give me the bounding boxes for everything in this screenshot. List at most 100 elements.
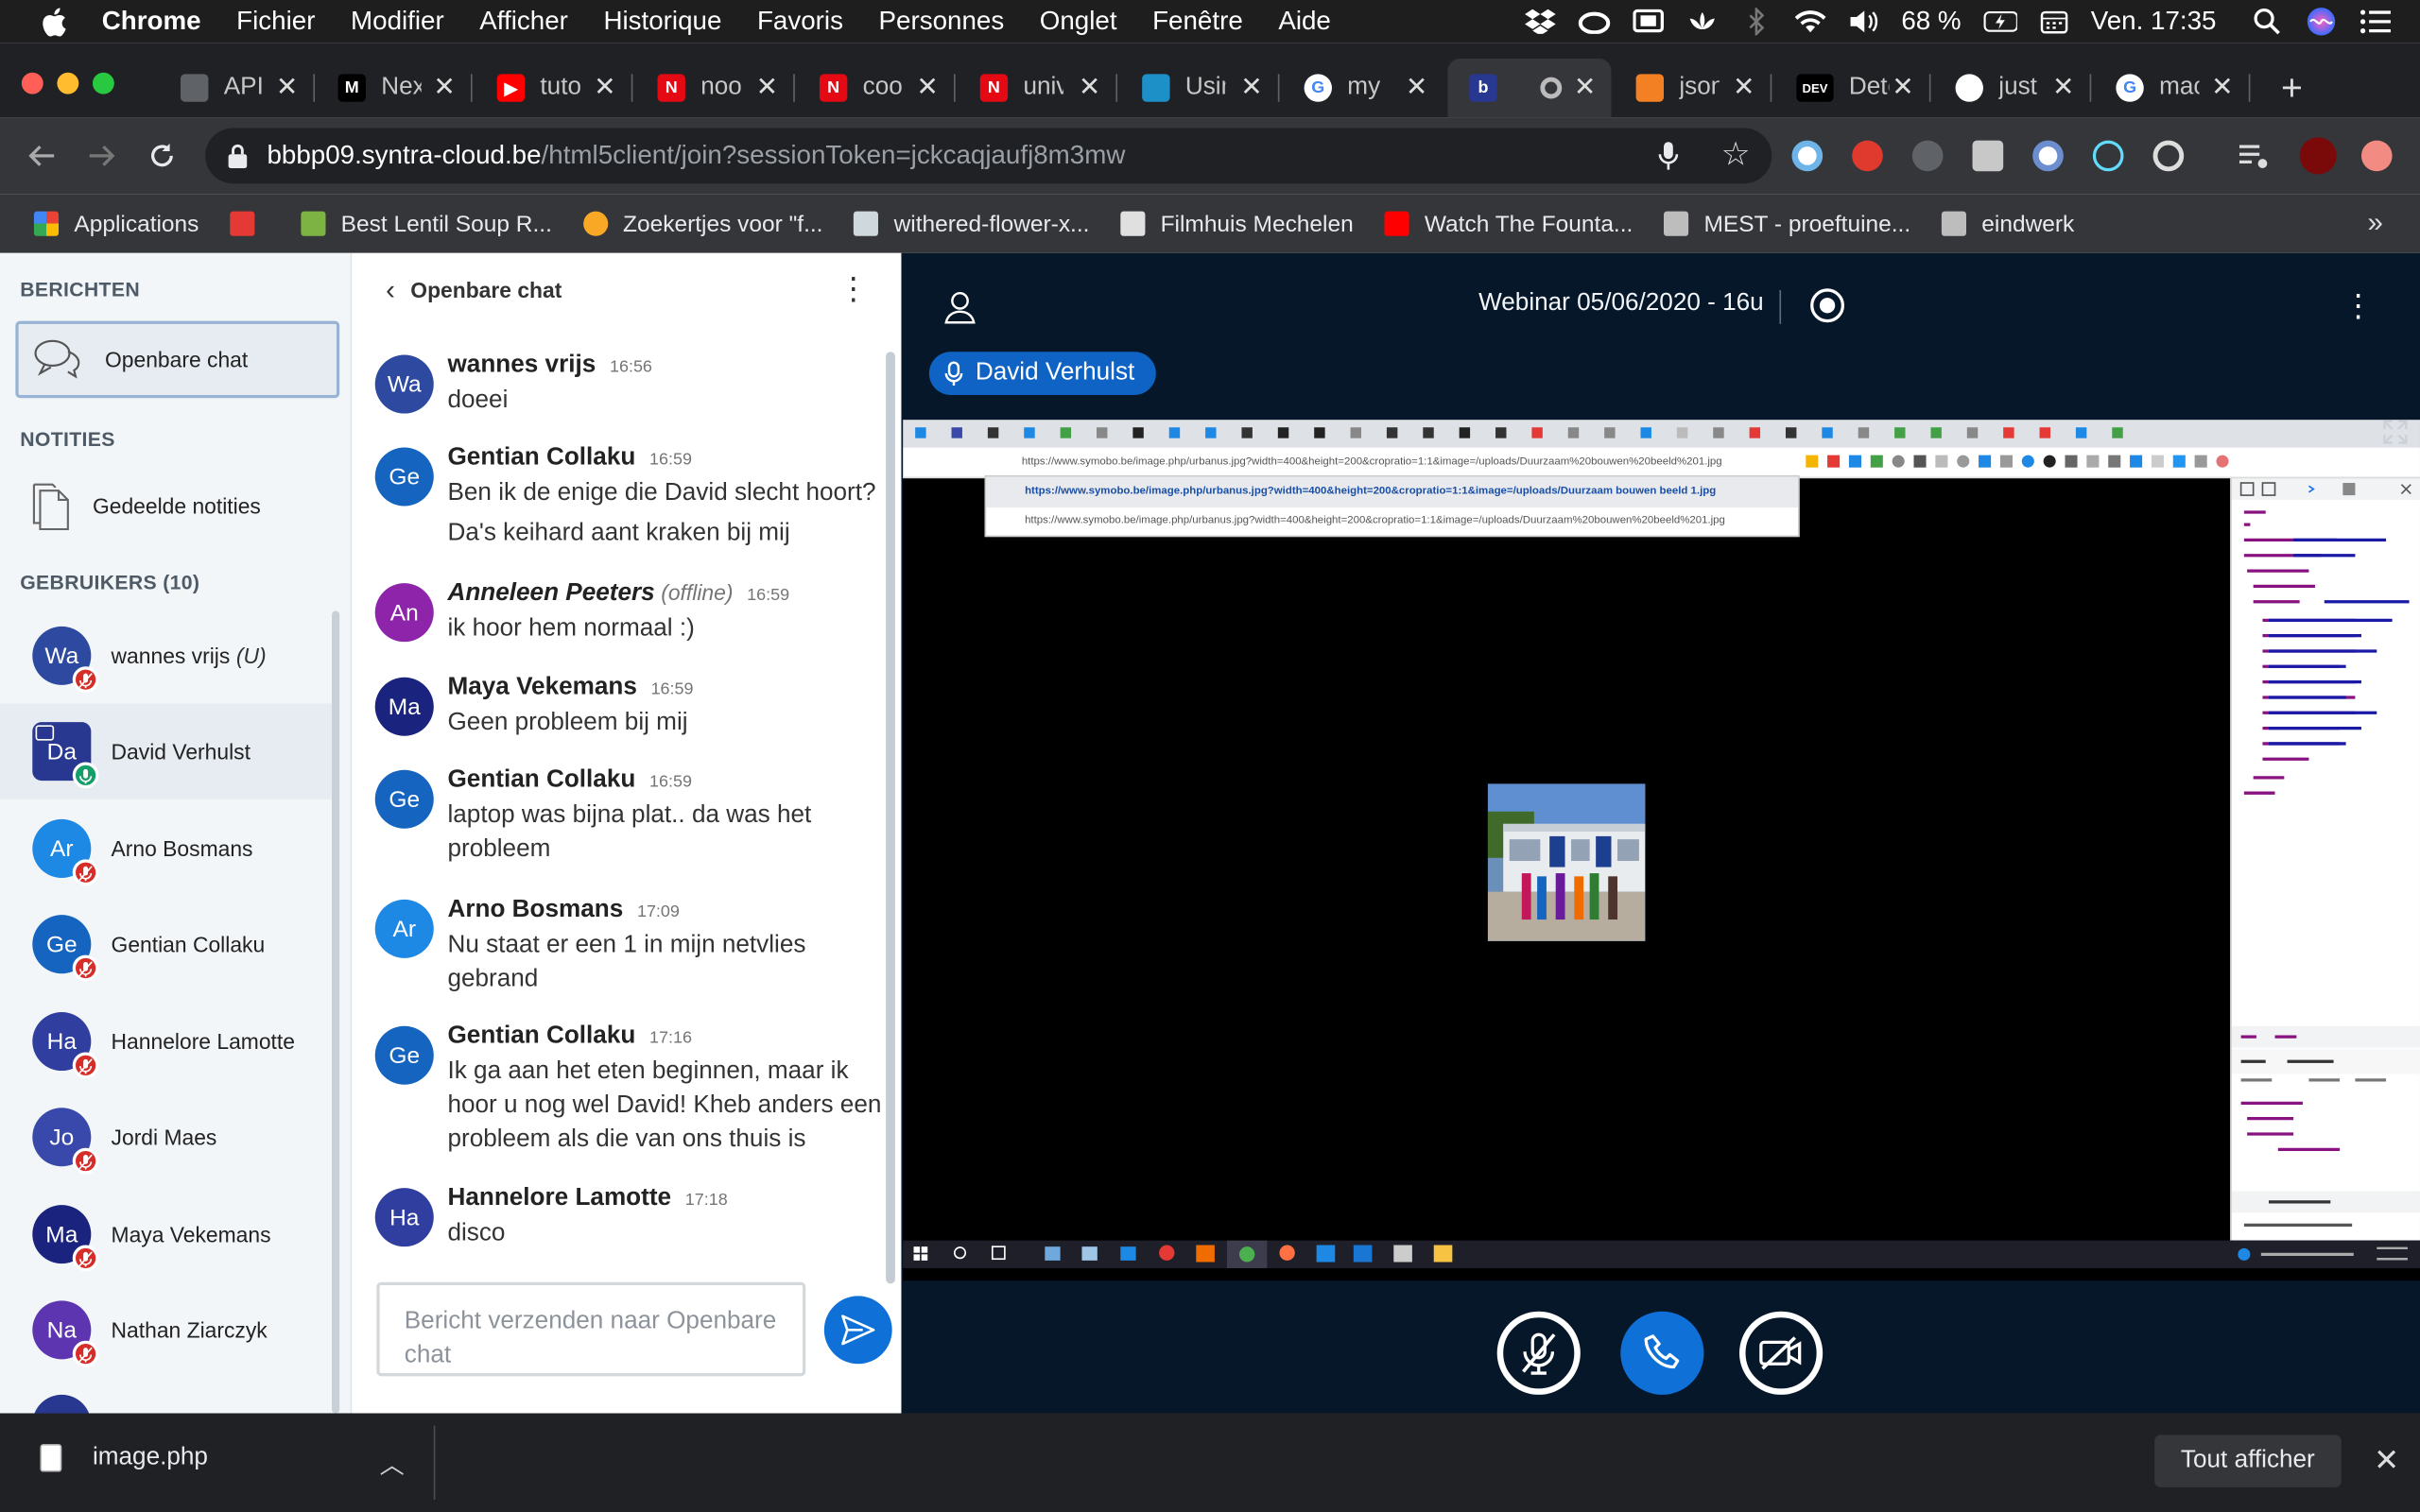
- leave-audio-button[interactable]: [1620, 1311, 1704, 1395]
- meeting-options-icon[interactable]: ⋮: [2342, 290, 2374, 324]
- user-list-item[interactable]: Ar Arno Bosmans: [0, 800, 332, 896]
- volume-icon[interactable]: [1847, 8, 1881, 35]
- close-window-button[interactable]: [21, 72, 43, 94]
- react-devtools-icon[interactable]: [2092, 140, 2124, 172]
- browser-tab[interactable]: json ✕: [1615, 59, 1771, 117]
- bookmark-item[interactable]: withered-flower-x...: [854, 211, 1089, 237]
- shared-notes-item[interactable]: Gedeelde notities: [0, 472, 339, 541]
- media-control-icon[interactable]: [2238, 141, 2269, 172]
- close-tab-icon[interactable]: ✕: [1733, 73, 1754, 104]
- bookmark-item[interactable]: [230, 211, 269, 236]
- calendar-icon[interactable]: [2037, 8, 2071, 35]
- download-item[interactable]: image.php: [40, 1444, 208, 1472]
- menu-favoris[interactable]: Favoris: [757, 7, 843, 38]
- close-tab-icon[interactable]: ✕: [916, 73, 938, 104]
- close-tab-icon[interactable]: ✕: [1406, 73, 1427, 104]
- update-chrome-icon[interactable]: [2360, 140, 2393, 172]
- chevron-left-icon[interactable]: ‹: [386, 274, 395, 306]
- close-tab-icon[interactable]: ✕: [433, 73, 455, 104]
- share-webcam-button[interactable]: [1738, 1311, 1824, 1395]
- bookmark-item[interactable]: Best Lentil Soup R...: [301, 211, 552, 237]
- browser-tab[interactable]: Nuniv ✕: [959, 59, 1116, 117]
- browser-tab[interactable]: just ✕: [1934, 59, 2090, 117]
- user-profile-icon[interactable]: [943, 290, 977, 324]
- menu-fenetre[interactable]: Fenêtre: [1152, 7, 1243, 38]
- battery-charging-icon[interactable]: [1982, 8, 2017, 35]
- bookmark-item[interactable]: MEST - proeftuine...: [1664, 211, 1910, 237]
- user-list-item[interactable]: Ge Gentian Collaku: [0, 897, 332, 992]
- profile-avatar[interactable]: [2299, 137, 2337, 175]
- user-list-item[interactable]: Ha Hannelore Lamotte: [0, 993, 332, 1089]
- close-tab-icon[interactable]: ✕: [756, 73, 778, 104]
- wifi-icon[interactable]: [1793, 8, 1827, 35]
- forward-button[interactable]: [85, 139, 119, 173]
- user-list-item[interactable]: Ma Maya Vekemans: [0, 1187, 332, 1282]
- menubar-clock[interactable]: Ven. 17:35: [2091, 7, 2217, 38]
- browser-tab[interactable]: Nnoo ✕: [636, 59, 794, 117]
- extension-cloud-icon[interactable]: [1911, 140, 1944, 172]
- browser-tab[interactable]: API ✕: [159, 59, 313, 117]
- close-tab-icon[interactable]: ✕: [2211, 73, 2233, 104]
- close-tab-icon[interactable]: ✕: [2052, 73, 2074, 104]
- chat-options-icon[interactable]: ⋮: [838, 275, 870, 306]
- lock-icon[interactable]: [227, 144, 249, 168]
- battery-percent[interactable]: 68 %: [1901, 7, 1961, 38]
- bookmark-item[interactable]: Watch The Founta...: [1384, 211, 1633, 237]
- close-tab-icon[interactable]: ✕: [1240, 73, 1262, 104]
- zoom-window-button[interactable]: [92, 72, 114, 94]
- close-tab-icon[interactable]: ✕: [276, 73, 298, 104]
- close-tab-icon[interactable]: ✕: [594, 73, 615, 104]
- back-button[interactable]: [25, 139, 59, 173]
- browser-tab[interactable]: Usin ✕: [1120, 59, 1278, 117]
- browser-tab[interactable]: ▶ tuto ✕: [475, 59, 631, 117]
- menu-afficher[interactable]: Afficher: [479, 7, 568, 38]
- close-tab-icon[interactable]: ✕: [1574, 73, 1596, 104]
- screen-mirror-icon[interactable]: [1632, 8, 1666, 35]
- close-tab-icon[interactable]: ✕: [1892, 73, 1913, 104]
- address-bar[interactable]: bbbp09.syntra-cloud.be/html5client/join?…: [205, 128, 1772, 184]
- recording-indicator-button[interactable]: [1810, 288, 1845, 323]
- extension-target-icon[interactable]: [2152, 140, 2185, 172]
- reload-button[interactable]: [145, 139, 179, 173]
- extension-image-icon[interactable]: [1972, 140, 2004, 172]
- browser-tab[interactable]: DEV Dete✕: [1775, 59, 1929, 117]
- chevron-up-icon[interactable]: ︿: [380, 1444, 405, 1481]
- bookmark-item[interactable]: Zoekertjes voor "f...: [582, 211, 823, 237]
- chat-message-input[interactable]: Bericht verzenden naar Openbare chat: [376, 1281, 806, 1377]
- new-tab-button[interactable]: +: [2281, 68, 2303, 112]
- browser-tab[interactable]: Gmy c ✕: [1283, 59, 1443, 117]
- close-tab-icon[interactable]: ✕: [1079, 73, 1100, 104]
- user-list-item[interactable]: Da David Verhulst: [0, 703, 333, 799]
- browser-tab[interactable]: Ncoo ✕: [798, 59, 954, 117]
- menu-historique[interactable]: Historique: [603, 7, 721, 38]
- close-download-bar-icon[interactable]: ✕: [2374, 1441, 2399, 1480]
- creative-cloud-icon[interactable]: [1577, 8, 1611, 35]
- user-list-item[interactable]: Na Nathan Ziarczyk: [0, 1282, 332, 1378]
- chat-title[interactable]: Openbare chat: [410, 278, 562, 302]
- bookmark-item[interactable]: Applications: [33, 211, 199, 237]
- chat-scrollbar[interactable]: [886, 352, 895, 1284]
- extension-eye-icon[interactable]: [1791, 140, 1824, 172]
- user-list-item[interactable]: Wa wannes vrijs (U): [0, 608, 332, 703]
- notification-center-icon[interactable]: [2359, 8, 2393, 35]
- voice-search-icon[interactable]: [1657, 141, 1682, 172]
- user-list-item[interactable]: Jo Jordi Maes: [0, 1090, 332, 1185]
- browser-tab[interactable]: M Nex ✕: [317, 59, 471, 117]
- unmute-microphone-button[interactable]: [1496, 1311, 1581, 1395]
- menu-personnes[interactable]: Personnes: [879, 7, 1005, 38]
- bookmark-item[interactable]: Filmhuis Mechelen: [1120, 211, 1354, 237]
- bookmark-star-icon[interactable]: ☆: [1721, 136, 1751, 175]
- apple-menu-icon[interactable]: [31, 5, 78, 39]
- public-chat-item[interactable]: Openbare chat: [15, 320, 340, 399]
- extension-stop-hand-icon[interactable]: [1852, 140, 1883, 172]
- tab-active[interactable]: b ✕: [1447, 59, 1612, 118]
- menu-modifier[interactable]: Modifier: [351, 7, 444, 38]
- fullscreen-expand-icon[interactable]: [2377, 414, 2413, 451]
- siri-icon[interactable]: [2305, 8, 2339, 36]
- show-all-downloads-button[interactable]: Tout afficher: [2154, 1435, 2342, 1487]
- dropbox-icon[interactable]: [1523, 8, 1557, 35]
- more-bookmarks-icon[interactable]: »: [2367, 207, 2382, 239]
- bluetooth-icon[interactable]: [1739, 8, 1773, 36]
- menu-fichier[interactable]: Fichier: [236, 7, 315, 38]
- minimize-window-button[interactable]: [57, 72, 79, 94]
